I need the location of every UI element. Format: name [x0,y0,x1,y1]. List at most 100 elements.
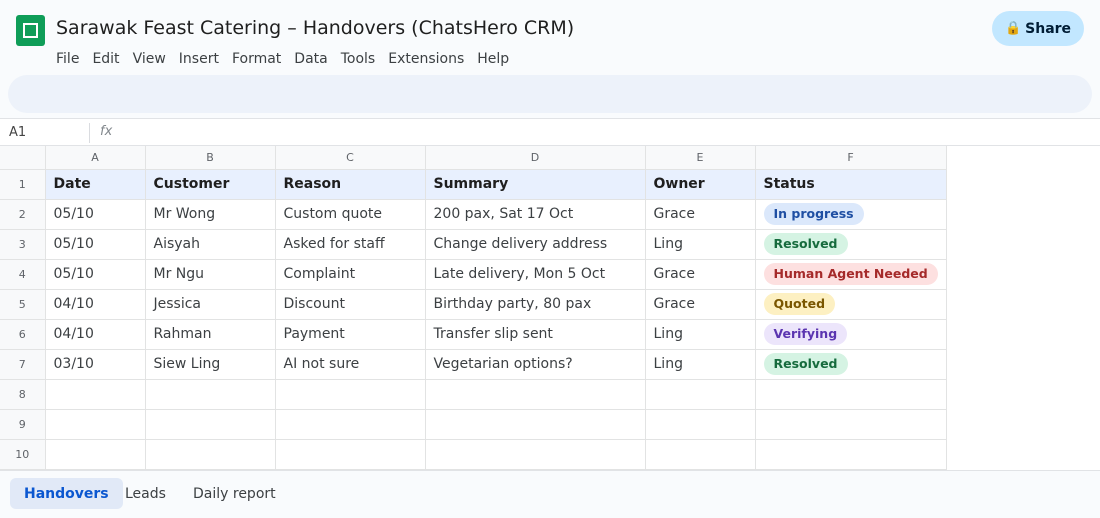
fx-icon: fx [100,124,113,139]
cell-summary[interactable]: Vegetarian options? [425,349,646,380]
row-number[interactable]: 4 [0,259,46,290]
cell-owner[interactable]: Grace [645,259,756,290]
cell-reason[interactable]: Complaint [275,259,426,290]
empty-cell[interactable] [645,439,756,470]
cell-status[interactable]: Human Agent Needed [755,259,947,290]
menu-insert[interactable]: Insert [179,51,219,67]
cell-owner[interactable]: Grace [645,199,756,230]
cell-status[interactable]: Quoted [755,289,947,320]
cell-owner[interactable]: Ling [645,349,756,380]
header-cell-reason[interactable]: Reason [275,169,426,200]
document-title[interactable]: Sarawak Feast Catering – Handovers (Chat… [56,17,574,39]
empty-cell[interactable] [145,439,276,470]
cell-customer[interactable]: Jessica [145,289,276,320]
row-number[interactable]: 6 [0,319,46,350]
header-cell-customer[interactable]: Customer [145,169,276,200]
empty-cell[interactable] [755,409,947,440]
empty-cell[interactable] [425,379,646,410]
cell-date[interactable]: 04/10 [45,319,146,350]
formula-bar-divider [89,123,90,143]
cell-summary[interactable]: Late delivery, Mon 5 Oct [425,259,646,290]
empty-cell[interactable] [45,409,146,440]
cell-reason[interactable]: Discount [275,289,426,320]
header-cell-date[interactable]: Date [45,169,146,200]
menu-help[interactable]: Help [477,51,509,67]
column-header-a[interactable]: A [45,146,146,170]
cell-customer[interactable]: Rahman [145,319,276,350]
table-row: 2 05/10 Mr Wong Custom quote 200 pax, Sat 17… [0,199,947,230]
table-row: 4 05/10 Mr Ngu Complaint Late delivery, Mon … [0,259,947,290]
cell-status[interactable]: Resolved [755,349,947,380]
header-cell-summary[interactable]: Summary [425,169,646,200]
cell-status[interactable]: Verifying [755,319,947,350]
menu-edit[interactable]: Edit [92,51,119,67]
empty-cell[interactable] [275,409,426,440]
cell-summary[interactable]: Birthday party, 80 pax [425,289,646,320]
empty-cell[interactable] [275,439,426,470]
sheets-logo-icon[interactable] [16,15,45,46]
header-cell-owner[interactable]: Owner [645,169,756,200]
row-number[interactable]: 3 [0,229,46,260]
empty-cell[interactable] [145,379,276,410]
sheet-tab-daily-report[interactable]: Daily report [179,478,290,509]
cell-date[interactable]: 05/10 [45,259,146,290]
empty-cell[interactable] [645,379,756,410]
cell-reason[interactable]: Asked for staff [275,229,426,260]
cell-customer[interactable]: Mr Ngu [145,259,276,290]
menu-file[interactable]: File [56,51,79,67]
cell-date[interactable]: 05/10 [45,229,146,260]
row-number[interactable]: 8 [0,379,46,410]
column-header-e[interactable]: E [645,146,756,170]
empty-cell[interactable] [755,439,947,470]
cell-status[interactable]: Resolved [755,229,947,260]
row-number[interactable]: 9 [0,409,46,440]
empty-cell[interactable] [145,409,276,440]
row-number[interactable]: 10 [0,439,46,470]
name-box[interactable]: A1 [9,125,26,140]
cell-summary[interactable]: Change delivery address [425,229,646,260]
cell-reason[interactable]: Payment [275,319,426,350]
empty-cell[interactable] [45,439,146,470]
row-number[interactable]: 1 [0,169,46,200]
cell-summary[interactable]: 200 pax, Sat 17 Oct [425,199,646,230]
status-badge: Resolved [763,353,848,375]
empty-cell[interactable] [425,409,646,440]
cell-reason[interactable]: Custom quote [275,199,426,230]
sheet-tab-handovers[interactable]: Handovers [10,478,123,509]
cell-date[interactable]: 04/10 [45,289,146,320]
empty-cell[interactable] [645,409,756,440]
column-header-f[interactable]: F [755,146,947,170]
select-all-corner[interactable] [0,146,46,170]
cell-owner[interactable]: Ling [645,319,756,350]
empty-cell[interactable] [425,439,646,470]
cell-customer[interactable]: Mr Wong [145,199,276,230]
cell-date[interactable]: 05/10 [45,199,146,230]
empty-cell[interactable] [275,379,426,410]
share-button[interactable]: 🔒 Share [992,11,1084,46]
cell-customer[interactable]: Aisyah [145,229,276,260]
cell-status[interactable]: In progress [755,199,947,230]
menu-format[interactable]: Format [232,51,281,67]
cell-summary[interactable]: Transfer slip sent [425,319,646,350]
column-header-c[interactable]: C [275,146,426,170]
cell-reason[interactable]: AI not sure [275,349,426,380]
header-cell-status[interactable]: Status [755,169,947,200]
share-label: Share [1025,20,1072,37]
cell-customer[interactable]: Siew Ling [145,349,276,380]
column-header-d[interactable]: D [425,146,646,170]
cell-date[interactable]: 03/10 [45,349,146,380]
cell-owner[interactable]: Ling [645,229,756,260]
menu-tools[interactable]: Tools [341,51,376,67]
row-number[interactable]: 7 [0,349,46,380]
empty-cell[interactable] [755,379,947,410]
cell-owner[interactable]: Grace [645,289,756,320]
row-number[interactable]: 5 [0,289,46,320]
row-number[interactable]: 2 [0,199,46,230]
column-header-b[interactable]: B [145,146,276,170]
menu-view[interactable]: View [133,51,166,67]
empty-cell[interactable] [45,379,146,410]
formula-bar: A1 fx [0,118,1100,146]
menu-data[interactable]: Data [294,51,327,67]
sheet-tab-leads[interactable]: Leads [111,478,180,509]
menu-extensions[interactable]: Extensions [388,51,464,67]
